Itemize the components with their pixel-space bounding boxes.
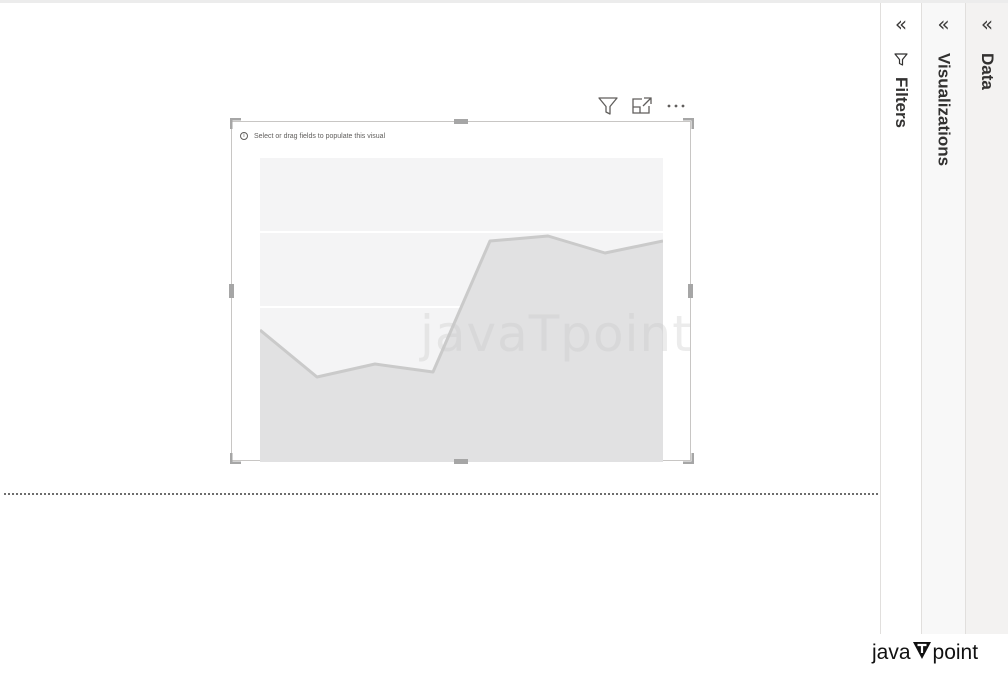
data-collapse-chevron-icon[interactable]: « xyxy=(966,14,1008,34)
populate-hint: Select or drag fields to populate this v… xyxy=(240,130,385,142)
T-logo-icon xyxy=(911,640,933,666)
resize-handle-top-right[interactable] xyxy=(682,118,694,130)
resize-handle-right[interactable] xyxy=(688,284,693,298)
visual-header xyxy=(594,95,690,117)
filter-icon xyxy=(891,53,911,67)
visualizations-pane-title[interactable]: Visualizations xyxy=(934,53,954,166)
filters-pane-label: Filters xyxy=(892,77,911,129)
visualizations-pane[interactable]: « Visualizations xyxy=(921,3,965,634)
populate-hint-text: Select or drag fields to populate this v… xyxy=(254,132,386,140)
resize-handle-bottom[interactable] xyxy=(454,459,468,464)
info-icon xyxy=(240,132,248,140)
focus-mode-icon[interactable] xyxy=(630,95,654,117)
more-options-icon[interactable] xyxy=(664,95,688,117)
resize-handle-top-left[interactable] xyxy=(230,118,242,130)
area-chart-visual[interactable]: Select or drag fields to populate this v… xyxy=(231,121,691,462)
resize-handle-top[interactable] xyxy=(454,119,468,124)
data-pane-title[interactable]: Data xyxy=(977,53,997,90)
visualizations-collapse-chevron-icon[interactable]: « xyxy=(922,14,965,34)
visualizations-pane-label: Visualizations xyxy=(934,53,954,167)
filters-pane[interactable]: « Filters xyxy=(880,3,921,634)
brand-logo: java point xyxy=(872,640,978,666)
filters-pane-title[interactable]: Filters xyxy=(891,53,911,128)
resize-handle-left[interactable] xyxy=(229,284,234,298)
data-pane-label: Data xyxy=(978,53,997,90)
data-pane[interactable]: « Data xyxy=(965,3,1008,634)
brand-suffix: point xyxy=(932,641,979,664)
page-break-line xyxy=(4,493,878,495)
resize-handle-bottom-right[interactable] xyxy=(682,452,694,464)
brand-prefix: java xyxy=(872,641,911,664)
filter-icon[interactable] xyxy=(596,95,620,117)
filters-collapse-chevron-icon[interactable]: « xyxy=(881,14,921,34)
resize-handle-bottom-left[interactable] xyxy=(230,452,242,464)
placeholder-area-chart xyxy=(260,158,663,462)
